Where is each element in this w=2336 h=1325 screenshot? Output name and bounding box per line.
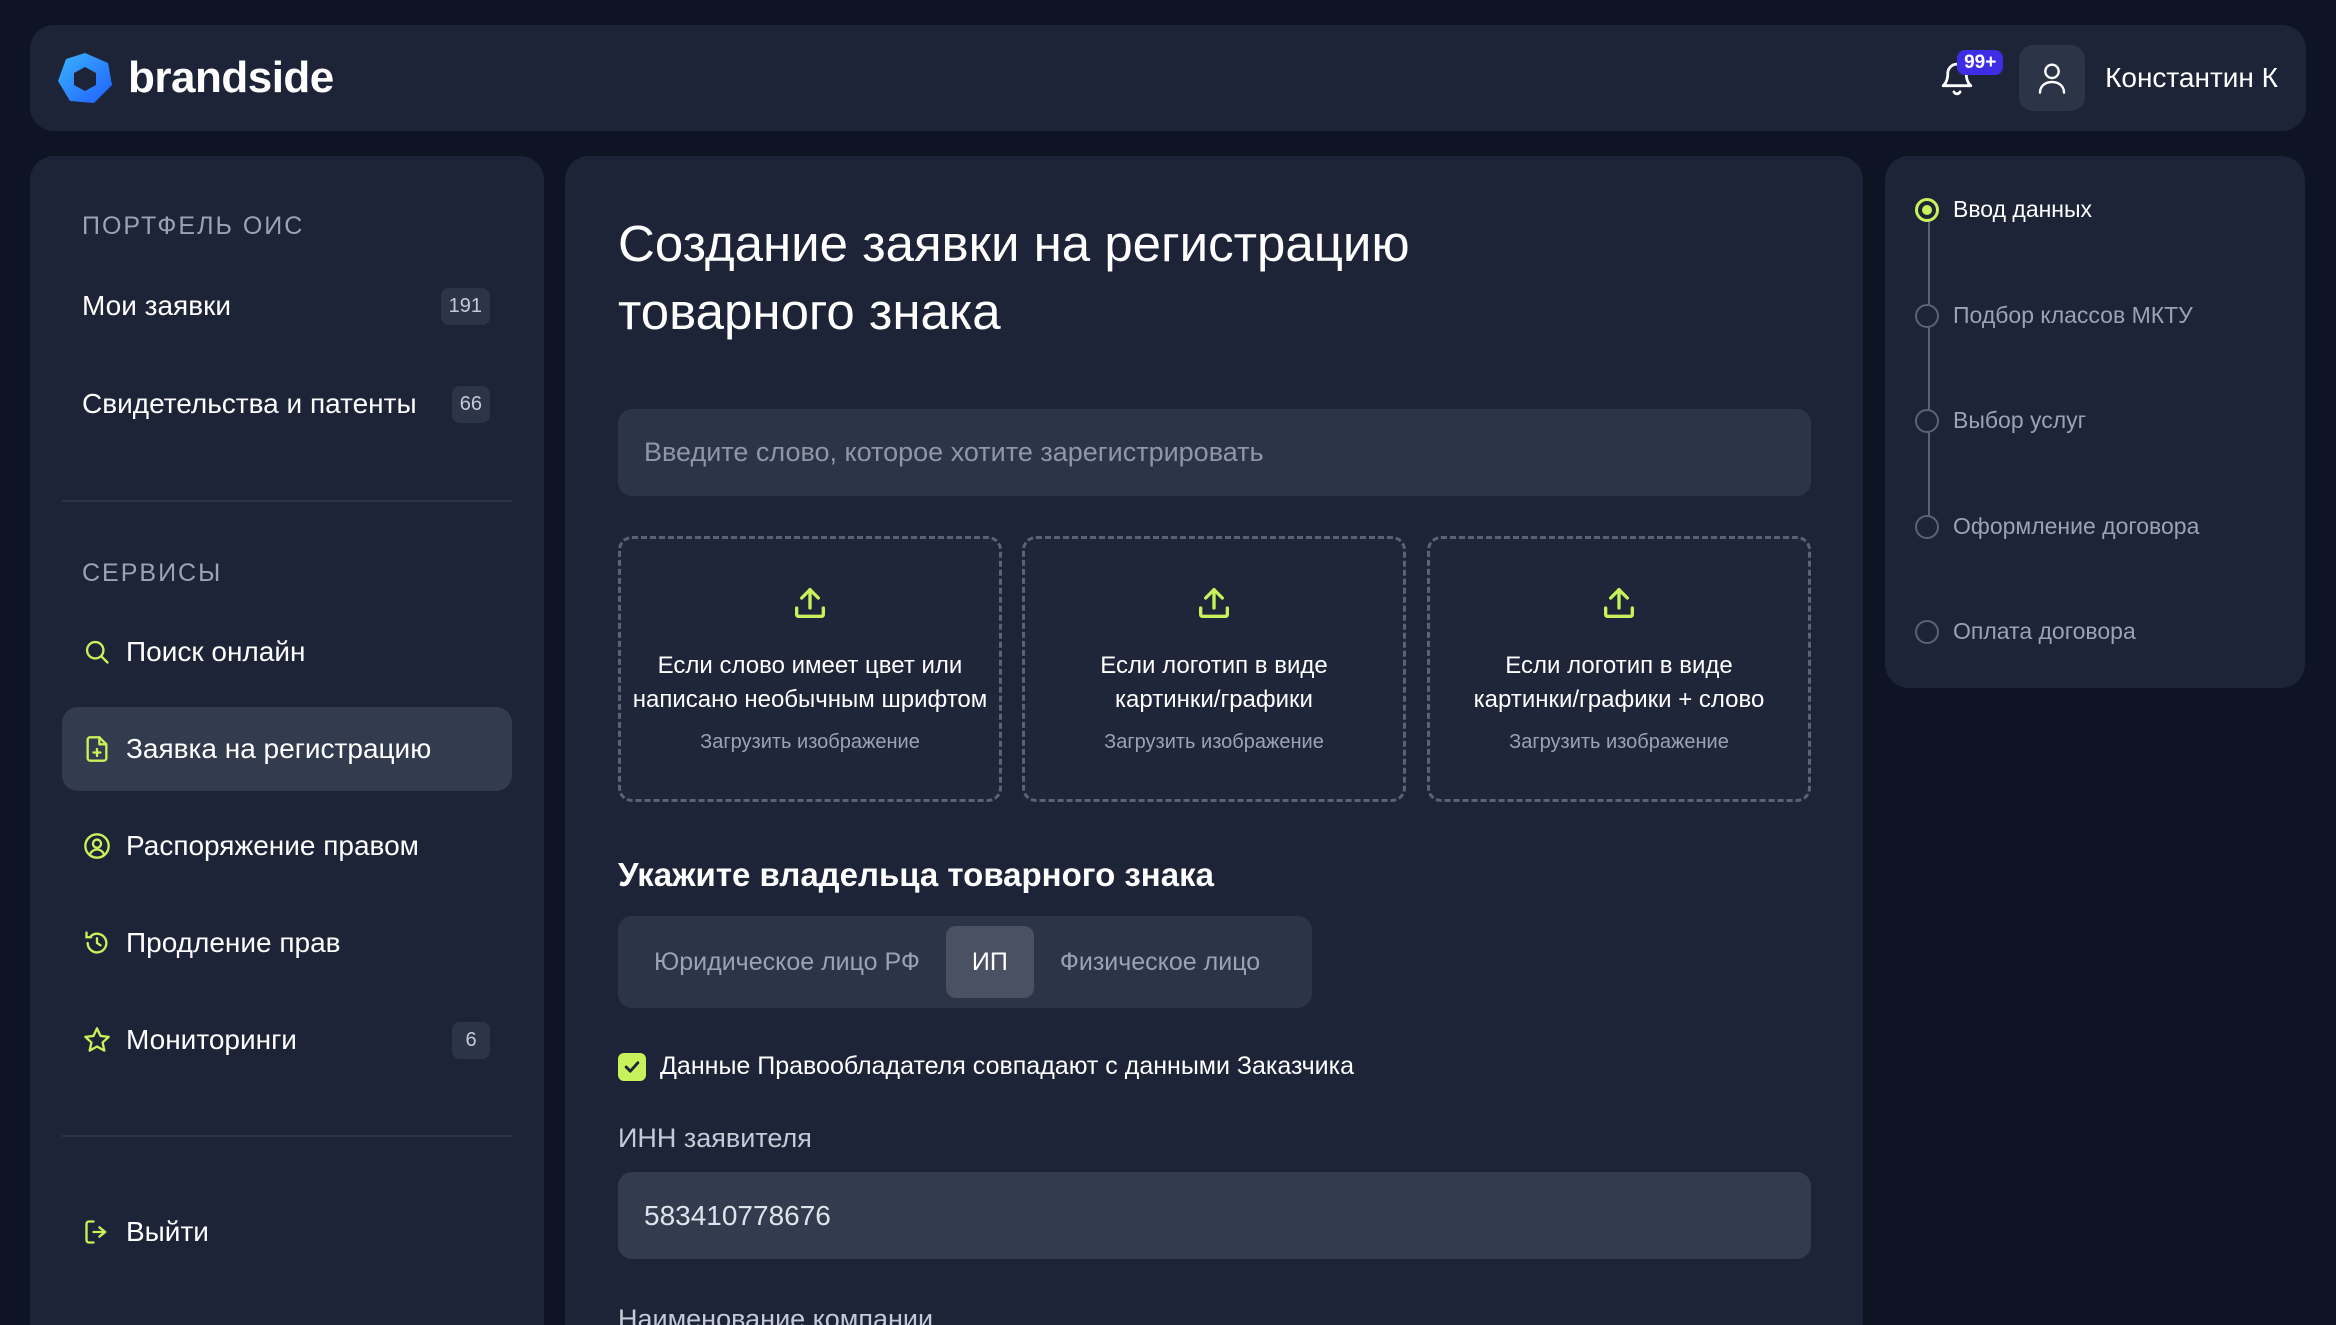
sidebar-item-label: Свидетельства и патенты bbox=[82, 388, 417, 419]
same-data-checkbox[interactable] bbox=[618, 1052, 646, 1081]
page-title: Создание заявки на регистрацию товарного… bbox=[618, 210, 1618, 346]
steps-line bbox=[1928, 216, 1930, 536]
owner-type-switch: Юридическое лицо РФ ИП Физическое лицо bbox=[618, 916, 1312, 1008]
services-section-title: СЕРВИСЫ bbox=[82, 559, 223, 587]
sidebar-item-label: Мониторинги bbox=[126, 1024, 297, 1055]
upload-card-line-2: картинки/графики + слово bbox=[1473, 686, 1765, 713]
inn-label: ИНН заявителя bbox=[618, 1123, 812, 1153]
sidebar-item-registration[interactable]: Заявка на регистрацию bbox=[62, 707, 512, 791]
owner-option-individual[interactable]: Физическое лицо bbox=[1034, 926, 1286, 998]
upload-card-line-1: Если логотип в виде bbox=[1505, 652, 1733, 679]
sidebar: ПОРТФЕЛЬ ОИС Мои заявки 191 Свидетельств… bbox=[30, 156, 544, 1325]
step-dot-icon bbox=[1915, 197, 1939, 222]
logo-text: brandside bbox=[128, 53, 334, 102]
sidebar-item-rights-renewal[interactable]: Продление прав bbox=[62, 901, 512, 985]
owner-option-ip[interactable]: ИП bbox=[945, 926, 1034, 998]
divider bbox=[62, 1135, 512, 1137]
notifications-badge: 99+ bbox=[1957, 50, 2004, 75]
step-label: Подбор классов МКТУ bbox=[1953, 302, 2193, 328]
owner-option-legal-entity[interactable]: Юридическое лицо РФ bbox=[628, 926, 946, 998]
top-header: brandside 99+ Константин К bbox=[30, 25, 2306, 131]
file-plus-icon bbox=[82, 734, 112, 764]
step-dot-icon bbox=[1915, 514, 1939, 539]
sidebar-item-my-applications[interactable]: Мои заявки 191 bbox=[62, 264, 512, 348]
step-dot-icon bbox=[1915, 619, 1939, 644]
upload-card-title: Если слово имеет цвет или написано необы… bbox=[633, 649, 988, 717]
portfolio-section-title: ПОРТФЕЛЬ ОИС bbox=[82, 212, 305, 240]
sidebar-item-certificates[interactable]: Свидетельства и патенты 66 bbox=[62, 362, 512, 446]
inn-input[interactable] bbox=[618, 1172, 1811, 1259]
upload-card-line-2: написано необычным шрифтом bbox=[632, 686, 988, 713]
logout-button[interactable]: Выйти bbox=[62, 1190, 512, 1274]
header-actions: 99+ Константин К bbox=[1927, 45, 2278, 111]
user-icon bbox=[2038, 63, 2066, 94]
sidebar-item-monitoring[interactable]: Мониторинги 6 bbox=[62, 998, 512, 1082]
step-label: Оформление договора bbox=[1953, 513, 2200, 539]
step-data-entry[interactable]: Ввод данных bbox=[1915, 196, 2092, 223]
step-label: Ввод данных bbox=[1953, 196, 2093, 222]
step-services[interactable]: Выбор услуг bbox=[1915, 407, 2086, 434]
logo-icon bbox=[58, 53, 112, 103]
upload-card-title: Если логотип в виде картинки/графики + с… bbox=[1474, 649, 1765, 717]
upload-icon bbox=[1199, 588, 1229, 618]
logout-icon bbox=[82, 1217, 112, 1247]
upload-card-hint: Загрузить изображение bbox=[1104, 731, 1324, 753]
step-contract[interactable]: Оформление договора bbox=[1915, 513, 2199, 540]
user-name[interactable]: Константин К bbox=[2105, 62, 2278, 94]
step-dot-icon bbox=[1915, 408, 1939, 433]
user-circle-icon bbox=[82, 831, 112, 861]
upload-styled-word[interactable]: Если слово имеет цвет или написано необы… bbox=[618, 536, 1002, 802]
progress-steps: Ввод данных Подбор классов МКТУ Выбор ус… bbox=[1885, 156, 2305, 688]
timer-icon bbox=[82, 928, 112, 958]
divider bbox=[62, 500, 512, 502]
step-mktu-classes[interactable]: Подбор классов МКТУ bbox=[1915, 302, 2193, 329]
check-icon bbox=[624, 1060, 640, 1073]
upload-card-title: Если логотип в виде картинки/графики bbox=[1100, 649, 1327, 717]
upload-icon bbox=[795, 588, 825, 618]
same-data-checkbox-row[interactable]: Данные Правообладателя совпадают с данны… bbox=[618, 1052, 1354, 1081]
upload-icon bbox=[1604, 588, 1634, 618]
logo[interactable]: brandside bbox=[56, 51, 334, 105]
main-panel: Создание заявки на регистрацию товарного… bbox=[565, 156, 1863, 1325]
step-payment[interactable]: Оплата договора bbox=[1915, 618, 2136, 645]
upload-card-line-2: картинки/графики bbox=[1115, 686, 1313, 713]
trademark-word-input[interactable] bbox=[618, 409, 1811, 496]
sidebar-item-label: Поиск онлайн bbox=[126, 636, 306, 667]
sidebar-item-label: Заявка на регистрацию bbox=[126, 733, 432, 764]
sidebar-item-label: Продление прав bbox=[126, 927, 341, 958]
step-label: Оплата договора bbox=[1953, 618, 2136, 644]
count-badge: 66 bbox=[451, 385, 490, 423]
star-icon bbox=[82, 1025, 112, 1055]
notifications-button[interactable]: 99+ bbox=[1927, 48, 2004, 108]
sidebar-item-rights-disposal[interactable]: Распоряжение правом bbox=[62, 804, 512, 888]
avatar[interactable] bbox=[2019, 45, 2086, 111]
search-icon bbox=[82, 637, 112, 667]
sidebar-item-label: Распоряжение правом bbox=[126, 830, 419, 861]
upload-card-line-1: Если слово имеет цвет или bbox=[657, 652, 963, 679]
page-title-line-2: товарного знака bbox=[618, 283, 1001, 340]
step-label: Выбор услуг bbox=[1953, 407, 2087, 433]
company-name-label: Наименование компании bbox=[618, 1304, 934, 1325]
logout-label: Выйти bbox=[126, 1216, 209, 1247]
upload-card-hint: Загрузить изображение bbox=[700, 731, 920, 753]
step-dot-icon bbox=[1915, 303, 1939, 328]
sidebar-item-search-online[interactable]: Поиск онлайн bbox=[62, 610, 512, 694]
upload-logo-graphic-word[interactable]: Если логотип в виде картинки/графики + с… bbox=[1427, 536, 1811, 802]
count-badge: 191 bbox=[440, 287, 490, 325]
same-data-label: Данные Правообладателя совпадают с данны… bbox=[660, 1052, 1355, 1080]
upload-card-hint: Загрузить изображение bbox=[1509, 731, 1729, 753]
sidebar-item-label: Мои заявки bbox=[82, 290, 231, 321]
count-badge: 6 bbox=[452, 1021, 490, 1059]
upload-card-line-1: Если логотип в виде bbox=[1100, 652, 1328, 679]
upload-logo-graphic[interactable]: Если логотип в виде картинки/графики Заг… bbox=[1022, 536, 1406, 802]
owner-section-title: Укажите владельца товарного знака bbox=[618, 856, 1214, 893]
page-title-line-1: Создание заявки на регистрацию bbox=[618, 215, 1410, 272]
